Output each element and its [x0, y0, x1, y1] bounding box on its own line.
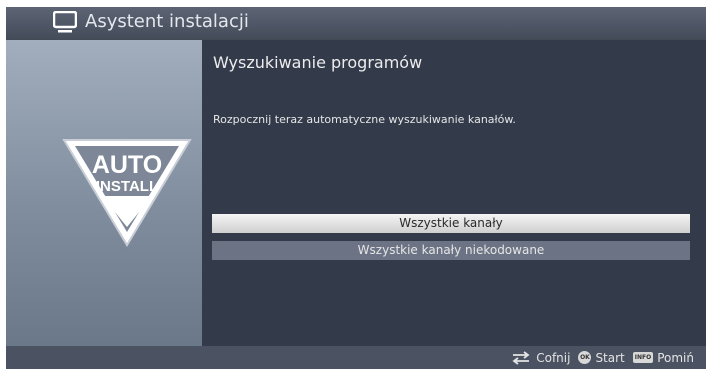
title-bar: Asystent instalacji	[6, 7, 706, 40]
sidebar: AUTO INSTALL	[6, 40, 202, 346]
auto-install-line1: AUTO	[92, 151, 162, 179]
hint-start[interactable]: OK Start	[578, 350, 625, 365]
tv-icon	[53, 11, 77, 33]
auto-install-icon: AUTO INSTALL	[62, 139, 192, 247]
ok-key-icon: OK	[578, 351, 592, 364]
back-arrows-icon	[512, 350, 530, 365]
info-key-icon: INFO	[632, 352, 654, 363]
instruction-text: Rozpocznij teraz automatyczne wyszukiwan…	[213, 113, 516, 126]
page-title: Wyszukiwanie programów	[213, 53, 423, 72]
content-panel: Wyszukiwanie programów Rozpocznij teraz …	[202, 40, 706, 346]
footer-hints: Cofnij OK Start INFO Pomiń	[510, 346, 694, 369]
hint-back-label: Cofnij	[536, 350, 571, 365]
hint-skip-label: Pomiń	[657, 350, 694, 365]
hint-skip[interactable]: INFO Pomiń	[632, 350, 694, 365]
option-free-channels[interactable]: Wszystkie kanały niekodowane	[212, 241, 690, 260]
hint-start-label: Start	[595, 350, 625, 365]
option-all-channels[interactable]: Wszystkie kanały	[212, 214, 690, 233]
auto-install-line2: INSTALL	[96, 178, 158, 195]
footer-bar: Cofnij OK Start INFO Pomiń	[6, 346, 706, 369]
hint-back[interactable]: Cofnij	[510, 351, 570, 365]
app-title: Asystent instalacji	[85, 11, 249, 32]
screen: Asystent instalacji AUTO INSTALL Wyszuki…	[0, 0, 713, 375]
